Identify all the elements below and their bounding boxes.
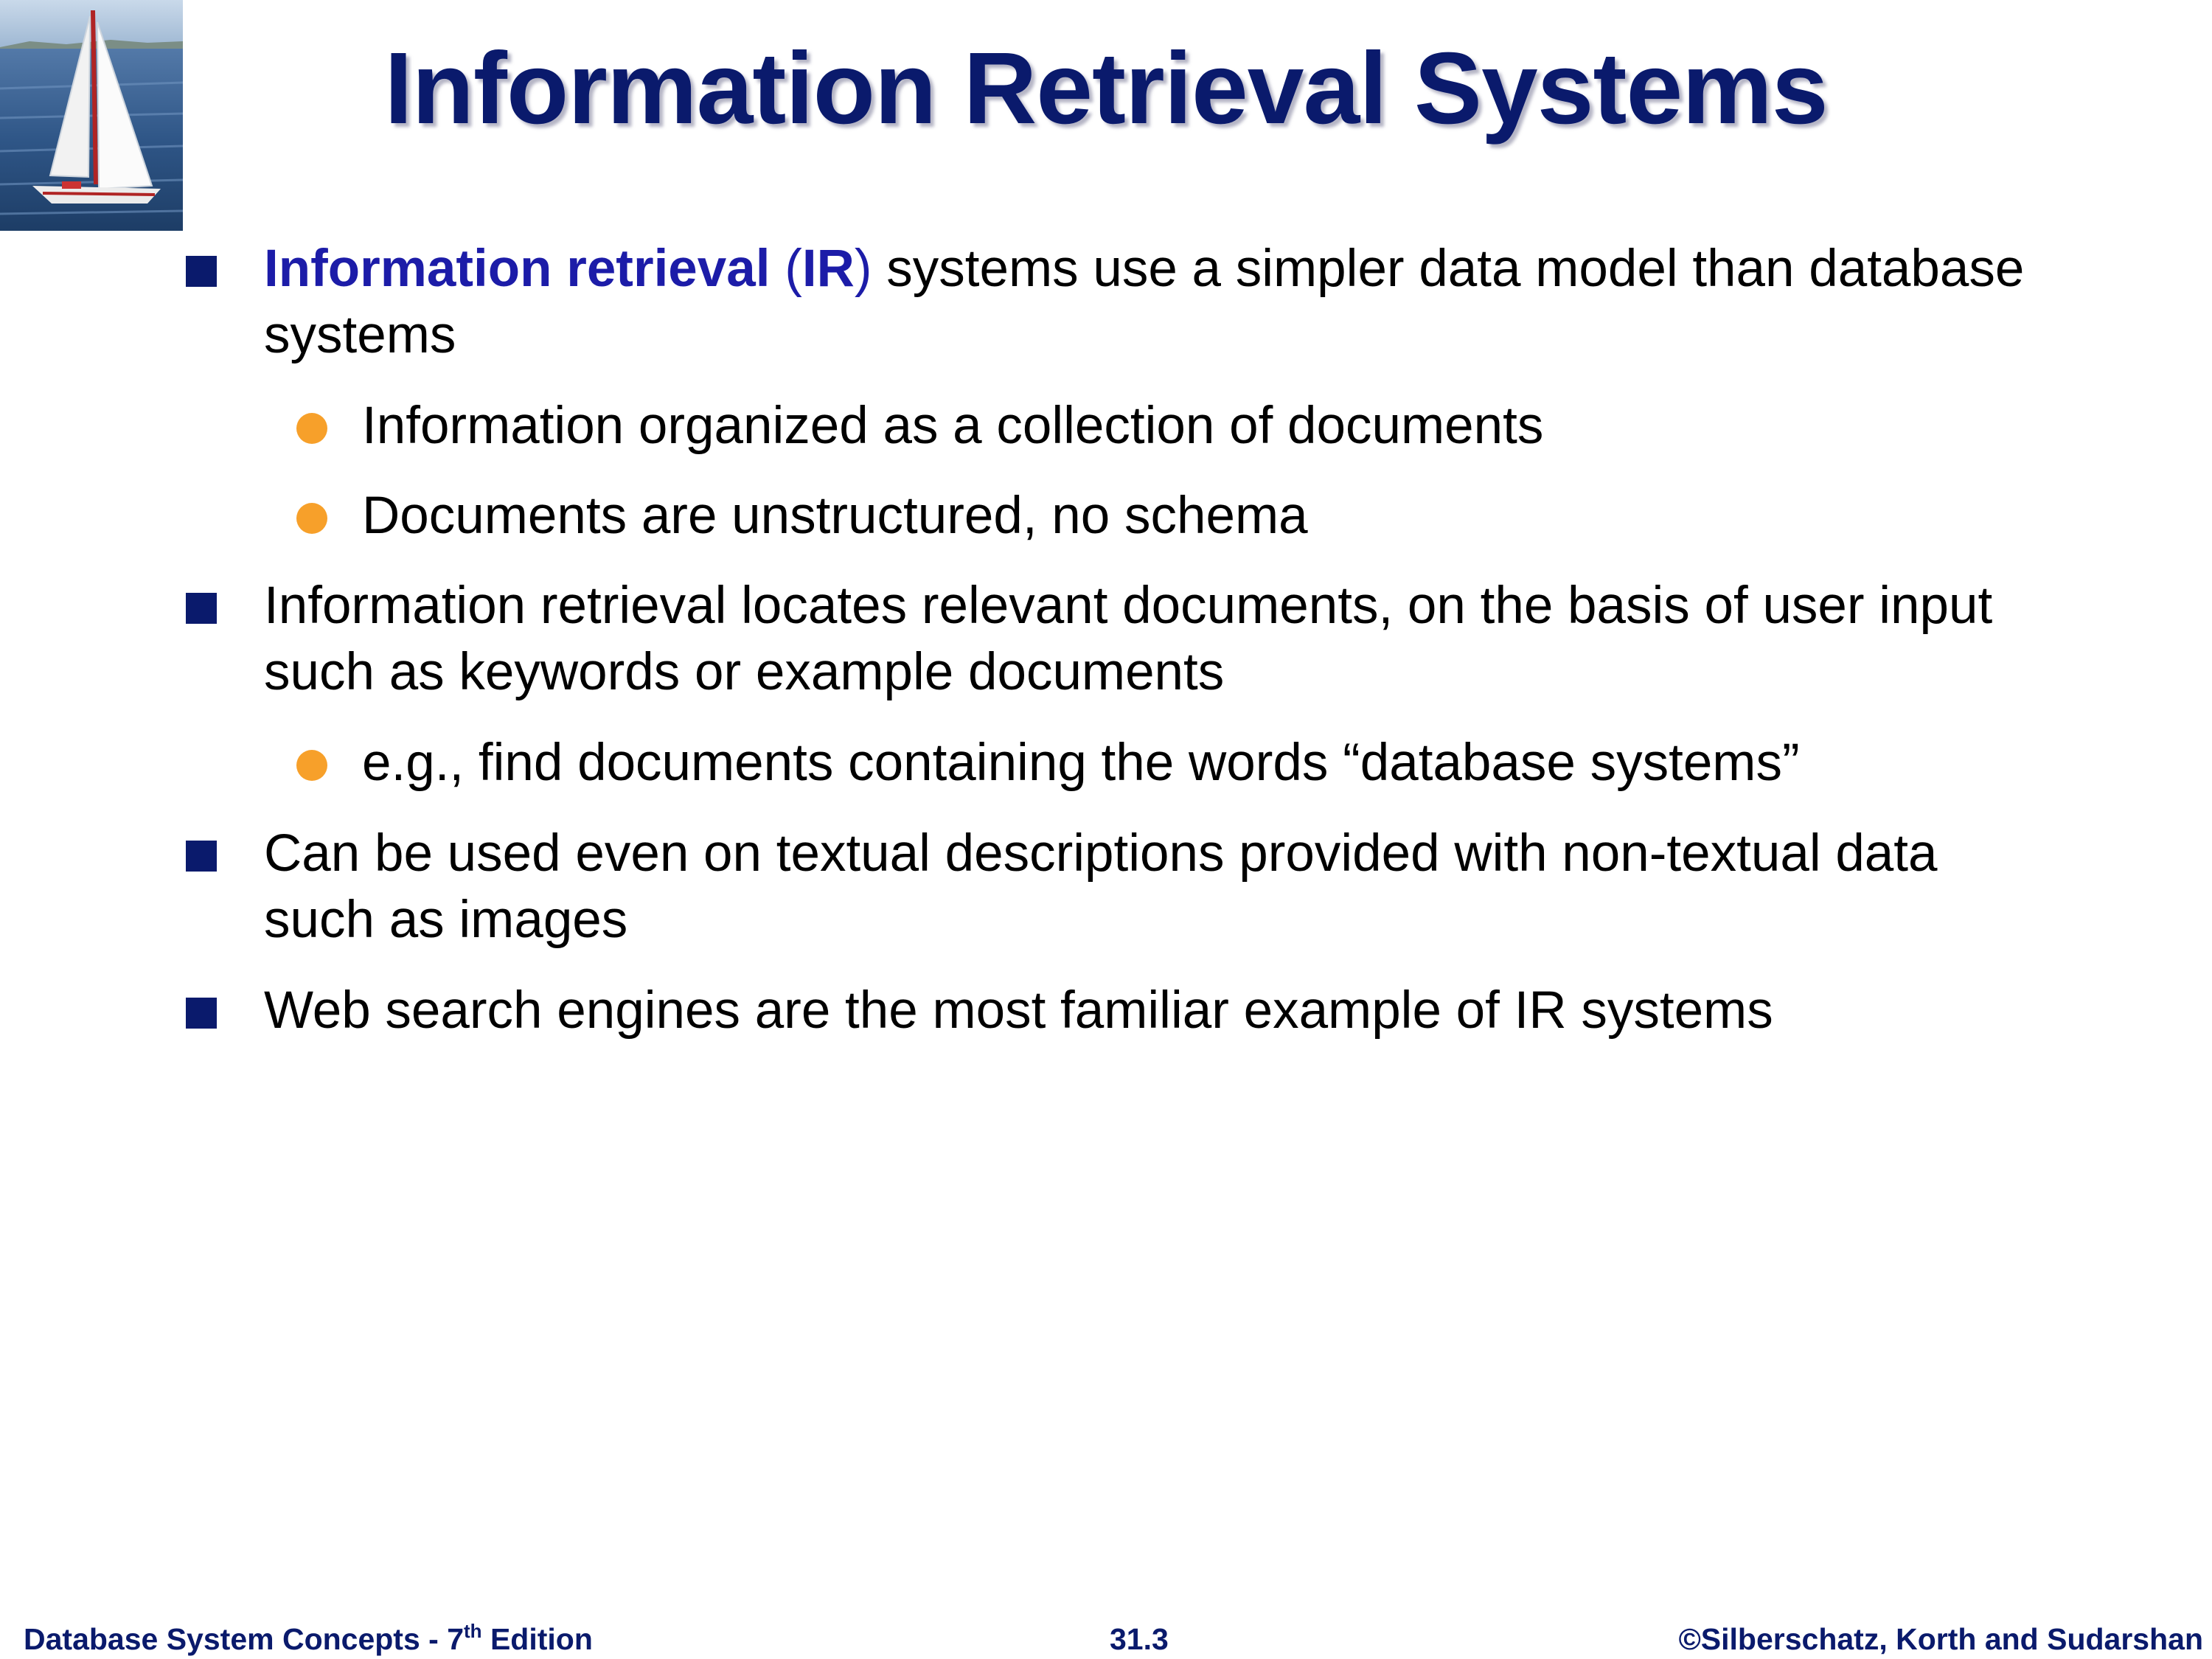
square-bullet-icon	[186, 841, 217, 872]
square-bullet-icon	[186, 256, 217, 287]
paren-close: )	[854, 240, 872, 298]
sub-bullet-2-1: e.g., find documents containing the word…	[362, 734, 1800, 792]
round-bullet-icon	[296, 413, 327, 444]
term-ir: IR	[801, 240, 855, 298]
square-bullet-icon	[186, 593, 217, 624]
footer-book-post: Edition	[481, 1622, 593, 1656]
term-information-retrieval: Information retrieval	[264, 240, 771, 298]
bullet-2: Information retrieval locates relevant d…	[264, 577, 1993, 701]
bullet-3: Can be used even on textual descriptions…	[264, 824, 1938, 949]
footer-copyright: ©Silberschatz, Korth and Sudarshan	[1678, 1622, 2203, 1656]
round-bullet-icon	[296, 750, 327, 781]
bullet-1: Information retrieval (IR) systems use a…	[264, 236, 2034, 369]
sub-bullet-1-1: Information organized as a collection of…	[362, 397, 1544, 455]
round-bullet-icon	[296, 503, 327, 534]
footer-book-sup: th	[464, 1620, 482, 1642]
footer-book-pre: Database System Concepts - 7	[24, 1622, 465, 1656]
bullet-list: Information retrieval (IR) systems use a…	[0, 0, 2212, 1475]
square-bullet-icon	[186, 998, 217, 1029]
sub-bullet-1-2: Documents are unstructured, no schema	[362, 487, 1308, 545]
bullet-4: Web search engines are the most familiar…	[264, 981, 1773, 1040]
footer-page-number: 31.3	[1110, 1622, 1169, 1656]
paren-open: (	[785, 240, 802, 298]
footer-book-title: Database System Concepts - 7th Edition	[24, 1621, 593, 1658]
